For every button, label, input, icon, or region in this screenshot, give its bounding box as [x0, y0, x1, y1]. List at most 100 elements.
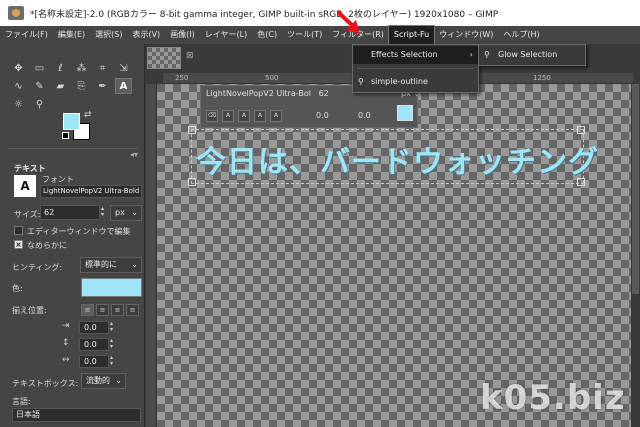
menu-separator	[357, 68, 474, 69]
menu-select[interactable]: 選択(S)	[90, 26, 127, 44]
tool-grid: ✥ ▭ ℓ ⁂ ⌗ ⇲ ∿ ✎ ▰ ⎘ ✒ A ☼ ⚲	[10, 60, 134, 112]
size-unit-select[interactable]: px ⌄	[110, 205, 142, 221]
window-title: *[名称未設定]-2.0 (RGBカラー 8-bit gamma integer…	[30, 9, 499, 20]
foreground-color-swatch[interactable]	[63, 113, 80, 130]
lasso-icon[interactable]: ℓ	[52, 60, 69, 76]
size-stepper-icon[interactable]: ▴ ▾	[101, 206, 104, 218]
canvas-text-layer[interactable]: 今日は、バードウォッチング	[196, 137, 599, 181]
fuzzy-select-icon[interactable]: ⁂	[73, 60, 90, 76]
editor-window-label: エディターウィンドウで編集	[27, 227, 131, 236]
hinting-label: ヒンティング:	[12, 263, 63, 272]
underline-icon[interactable]: A	[254, 110, 266, 122]
line-spacing-field[interactable]: 0.0	[79, 338, 109, 351]
window-titlebar: *[名称未設定]-2.0 (RGBカラー 8-bit gamma integer…	[0, 0, 640, 26]
close-icon[interactable]: ⊠	[186, 51, 194, 61]
justify-label: 揃え位置:	[12, 306, 47, 315]
justify-fill-icon[interactable]: ≡	[126, 304, 139, 316]
menu-item-simple-outline[interactable]: ⚲ simple-outline	[353, 73, 478, 91]
warp-icon[interactable]: ∿	[10, 78, 27, 94]
chevron-down-icon: ⌄	[131, 208, 138, 217]
rect-select-icon[interactable]: ▭	[31, 60, 48, 76]
indent-icon: ⇥	[62, 321, 70, 331]
strikethrough-icon[interactable]: A	[270, 110, 282, 122]
panel-menu-icon[interactable]: ◂▾	[130, 150, 138, 159]
menubar: ファイル(F) 編集(E) 選択(S) 表示(V) 画像(I) レイヤー(L) …	[0, 25, 640, 45]
size-label: サイズ:	[14, 210, 41, 219]
red-arrow-icon	[337, 11, 360, 34]
ruler-mark: 1250	[533, 74, 551, 82]
reset-colors-icon[interactable]	[62, 132, 69, 139]
menu-file[interactable]: ファイル(F)	[0, 26, 53, 44]
menu-view[interactable]: 表示(V)	[127, 26, 165, 44]
textbox-label: テキストボックス:	[12, 379, 79, 388]
menu-script-fu[interactable]: Script-Fu	[387, 25, 436, 45]
move-icon[interactable]: ✥	[10, 60, 27, 76]
scrollbar-thumb[interactable]	[632, 84, 639, 294]
hinting-select[interactable]: 標準的に ⌄	[80, 257, 142, 273]
hinting-value: 標準的に	[85, 260, 117, 269]
size-unit-value: px	[115, 208, 125, 217]
menu-image[interactable]: 画像(I)	[165, 26, 200, 44]
effects-selection-submenu: ⚲ Glow Selection	[478, 44, 586, 66]
indent-stepper-icon[interactable]: ▴ ▾	[110, 321, 113, 333]
chevron-down-icon: ⌄	[115, 376, 122, 385]
watermark-logo: k05.biz	[480, 378, 626, 418]
size-field[interactable]: 62	[40, 205, 100, 220]
language-field[interactable]: 日本語	[12, 408, 141, 422]
line-spacing-stepper-icon[interactable]: ▴ ▾	[110, 338, 113, 350]
letter-spacing-stepper-icon[interactable]: ▴ ▾	[110, 355, 113, 367]
baseline-field[interactable]: 0.0	[316, 111, 329, 120]
dodge-icon[interactable]: ☼	[10, 96, 27, 112]
crop-icon[interactable]: ⌗	[94, 60, 111, 76]
letter-spacing-field[interactable]: 0.0	[79, 355, 109, 368]
text-frame-handle[interactable]	[577, 126, 585, 134]
justify-center-icon[interactable]: ≡	[111, 304, 124, 316]
font-name-field[interactable]: LightNovelPopV2 Ultra-Bold	[40, 185, 142, 198]
chevron-down-icon: ⌄	[131, 260, 138, 269]
menu-item-effects-selection[interactable]: Effects Selection ›	[353, 46, 478, 64]
path-icon[interactable]: ✒	[94, 78, 111, 94]
ruler-mark: 500	[265, 74, 279, 82]
toolbar-font-name[interactable]: LightNovelPopV2 Ultra-Bol 62	[206, 89, 329, 98]
text-frame-handle[interactable]	[188, 178, 196, 186]
textbox-select[interactable]: 流動的 ⌄	[81, 373, 126, 389]
clear-style-icon[interactable]: ⌫	[206, 110, 218, 122]
script-fu-menu: Effects Selection › ⚲ simple-outline	[352, 44, 479, 93]
text-frame-handle[interactable]	[188, 126, 196, 134]
paint-icon[interactable]: ✎	[31, 78, 48, 94]
script-icon: ⚲	[358, 77, 364, 86]
eyedropper-icon[interactable]: ⚲	[31, 96, 48, 112]
menu-windows[interactable]: ウィンドウ(W)	[434, 26, 498, 44]
editor-window-checkbox[interactable]	[14, 226, 23, 235]
font-selector[interactable]: A フォント LightNovelPopV2 Ultra-Bold	[14, 174, 142, 200]
transform-icon[interactable]: ⇲	[115, 60, 132, 76]
kerning-field[interactable]: 0.0	[358, 111, 371, 120]
vertical-ruler	[146, 84, 157, 427]
language-label: 言語:	[12, 397, 31, 406]
toolbar-color-button[interactable]	[397, 105, 413, 121]
text-tool-icon[interactable]: A	[115, 78, 132, 94]
menu-colors[interactable]: 色(C)	[252, 26, 282, 44]
italic-icon[interactable]: A	[238, 110, 250, 122]
image-thumbnail-tab[interactable]	[147, 47, 181, 69]
tool-options-title: テキスト	[14, 164, 46, 173]
justify-right-icon[interactable]: ≡	[96, 304, 109, 316]
menu-layer[interactable]: レイヤー(L)	[200, 26, 252, 44]
menu-tools[interactable]: ツール(T)	[282, 26, 327, 44]
justify-left-icon[interactable]: ≡	[81, 304, 94, 316]
indent-field[interactable]: 0.0	[79, 321, 109, 334]
eraser-icon[interactable]: ▰	[52, 78, 69, 94]
font-preview-icon[interactable]: A	[14, 175, 36, 197]
text-color-button[interactable]	[81, 278, 142, 297]
swap-colors-icon[interactable]: ⇄	[84, 110, 92, 120]
script-icon: ⚲	[484, 50, 490, 59]
font-label: フォント	[42, 175, 74, 184]
antialias-checkbox[interactable]: ×	[14, 240, 23, 249]
bold-icon[interactable]: A	[222, 110, 234, 122]
menu-help[interactable]: ヘルプ(H)	[498, 26, 544, 44]
menu-item-glow-selection[interactable]: ⚲ Glow Selection	[479, 45, 585, 65]
clone-icon[interactable]: ⎘	[73, 78, 90, 94]
vertical-scrollbar[interactable]	[631, 84, 640, 427]
menu-edit[interactable]: 編集(E)	[53, 26, 90, 44]
color-label: 色:	[12, 284, 23, 293]
